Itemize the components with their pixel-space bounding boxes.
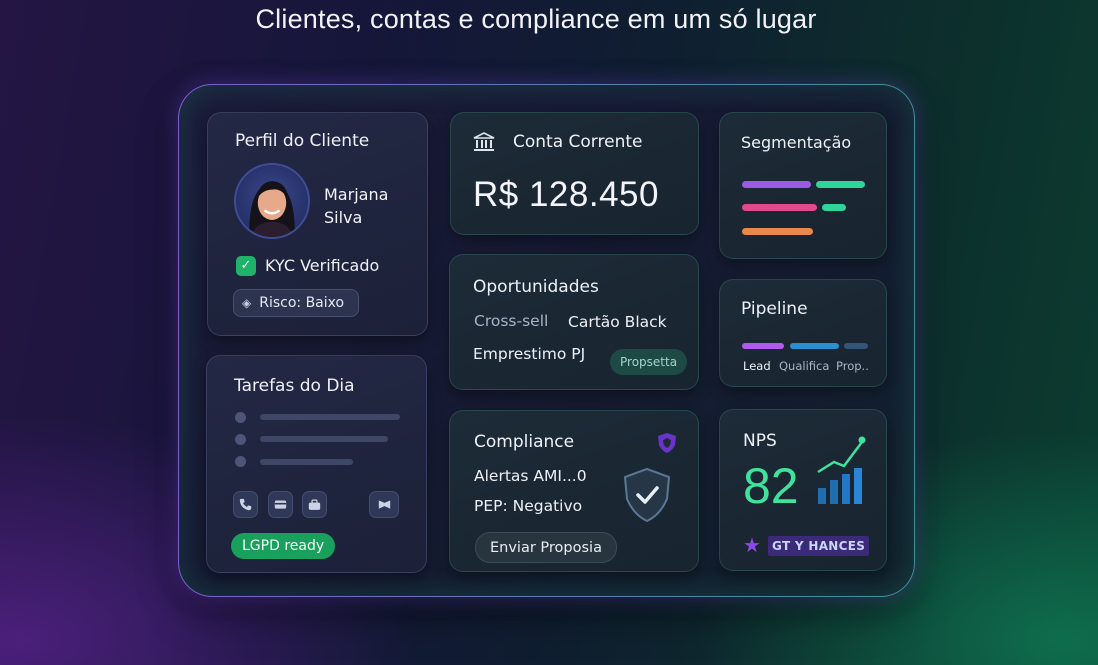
avatar — [234, 163, 310, 239]
client-profile-title: Perfil do Cliente — [235, 131, 370, 151]
client-first-name: Marjana — [324, 185, 389, 204]
check-icon: ✓ — [236, 256, 256, 276]
opportunities-card[interactable]: Oportunidades Cross-sell Cartão Black Em… — [449, 254, 699, 390]
pipeline-bar-lead — [742, 343, 784, 349]
pipeline-stage-qualifica[interactable]: Qualifica — [779, 359, 829, 373]
segment-bar — [742, 228, 813, 235]
aml-alerts: Alertas AMI...0 — [474, 467, 587, 485]
brand-badge: GT Y HANCES — [768, 536, 870, 556]
pipeline-stage-proposta[interactable]: Prop.. — [836, 359, 869, 373]
pep-status: PEP: Negativo — [474, 497, 583, 515]
trend-chart-icon — [817, 436, 866, 504]
opportunity-type: Cross-sell — [474, 312, 549, 330]
flag-icon[interactable] — [369, 491, 399, 518]
phone-icon[interactable] — [233, 491, 258, 518]
opportunity-product[interactable]: Cartão Black — [568, 313, 667, 331]
pipeline-card[interactable]: Pipeline Lead Qualifica Prop.. — [719, 279, 887, 387]
shield-check-icon — [623, 467, 671, 523]
briefcase-icon[interactable] — [302, 491, 327, 518]
client-last-name: Silva — [324, 208, 363, 227]
pipeline-title: Pipeline — [741, 299, 808, 319]
account-balance: R$ 128.450 — [473, 175, 659, 214]
checking-account-title: Conta Corrente — [513, 132, 643, 152]
compliance-title: Compliance — [474, 432, 575, 452]
segmentation-title: Segmentação — [741, 133, 852, 152]
pipeline-stage-lead[interactable]: Lead — [743, 359, 771, 373]
daily-tasks-title: Tarefas do Dia — [234, 376, 355, 396]
nps-score: 82 — [743, 458, 799, 514]
segment-bar — [742, 181, 811, 188]
opportunities-title: Oportunidades — [473, 277, 599, 297]
segment-bar — [816, 181, 865, 188]
page-headline: Clientes, contas e compliance em um só l… — [255, 4, 817, 34]
nps-title: NPS — [743, 431, 777, 451]
daily-tasks-card[interactable]: Tarefas do Dia LGPD ready — [206, 355, 427, 573]
segment-bar — [742, 204, 817, 211]
segmentation-card[interactable]: Segmentação — [719, 112, 887, 259]
client-name: Marjana Silva — [324, 183, 388, 229]
send-proposal-button[interactable]: Enviar Proposia — [475, 532, 617, 563]
shield-icon — [658, 433, 676, 453]
pipeline-bar-qualifica — [790, 343, 839, 349]
opportunity-loan[interactable]: Emprestimo PJ — [473, 345, 585, 363]
checking-account-card[interactable]: Conta Corrente R$ 128.450 — [450, 112, 699, 235]
task-bullet — [235, 456, 246, 467]
pipeline-bar-proposta — [844, 343, 868, 349]
task-bullet — [235, 434, 246, 445]
card-icon[interactable] — [268, 491, 293, 518]
bank-icon — [473, 132, 495, 151]
proposal-badge[interactable]: Propsetta — [610, 349, 688, 375]
risk-badge[interactable]: ◈ Risco: Baixo — [233, 289, 360, 317]
risk-icon: ◈ — [242, 296, 252, 310]
segment-bar — [822, 204, 846, 211]
nps-card[interactable]: NPS 82 ★ GT Y HANCES — [719, 409, 887, 571]
lgpd-badge: LGPD ready — [231, 533, 336, 559]
risk-label: Risco: Baixo — [259, 295, 345, 311]
task-bullet — [235, 412, 246, 423]
compliance-card[interactable]: Compliance Alertas AMI...0 PEP: Negativo… — [449, 410, 699, 572]
client-profile-card[interactable]: Perfil do Cliente Marjana Silva ✓ KYC Ve… — [207, 112, 428, 336]
task-item[interactable] — [260, 436, 388, 442]
star-icon: ★ — [743, 533, 761, 557]
task-item[interactable] — [260, 414, 400, 420]
task-item[interactable] — [260, 459, 353, 465]
kyc-status: KYC Verificado — [265, 256, 380, 275]
